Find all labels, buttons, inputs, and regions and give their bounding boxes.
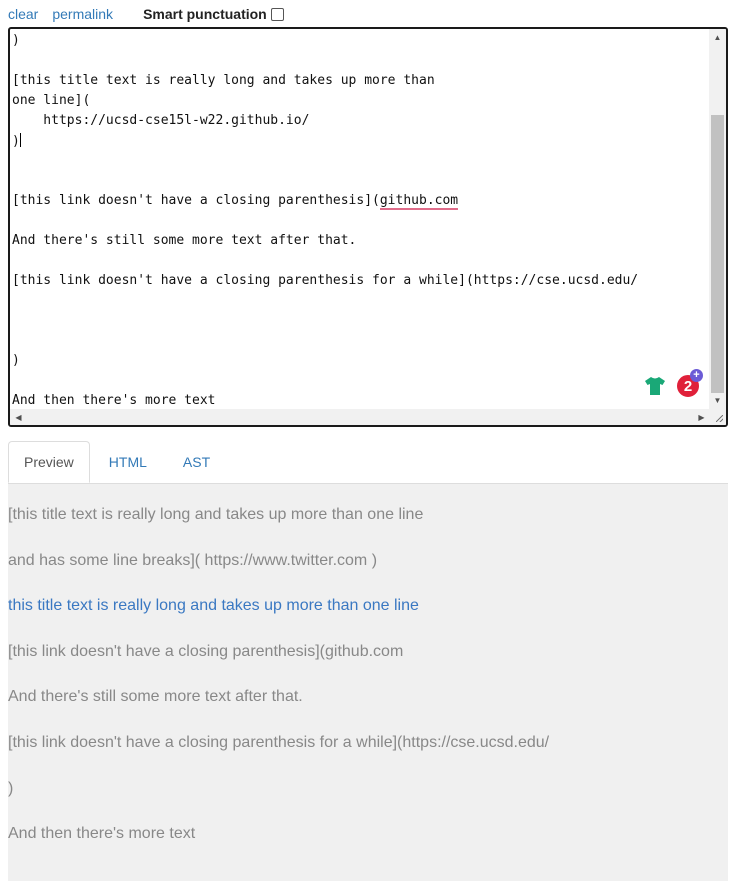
permalink-link[interactable]: permalink — [52, 6, 113, 22]
preview-link[interactable]: this title text is really long and takes… — [8, 596, 419, 616]
spellcheck-word: github.com — [379, 193, 459, 210]
tab-ast[interactable]: AST — [166, 441, 227, 482]
editor-line: [this link doesn't have a closing parent… — [12, 273, 639, 288]
preview-paragraph: [this title text is really long and take… — [8, 506, 424, 523]
editor-line-text: [this link doesn't have a closing parent… — [12, 193, 380, 208]
tab-preview[interactable]: Preview — [8, 441, 90, 483]
editor-line: And then there's more text — [12, 393, 216, 408]
scroll-down-arrow-icon[interactable]: ▼ — [709, 392, 726, 409]
preview-paragraph: And then there's more text — [8, 825, 196, 842]
tab-html[interactable]: HTML — [92, 441, 164, 482]
text-caret — [19, 133, 21, 147]
preview-paragraph: [this link doesn't have a closing parent… — [8, 734, 550, 751]
toolbar: clear permalink Smart punctuation — [8, 4, 284, 24]
smart-punctuation-toggle[interactable]: Smart punctuation — [143, 6, 284, 22]
scroll-up-arrow-icon[interactable]: ▲ — [709, 29, 726, 46]
clear-link[interactable]: clear — [8, 6, 38, 22]
scroll-left-arrow-icon[interactable]: ◀ — [10, 409, 27, 425]
editor-line: one line]( — [12, 93, 91, 108]
smart-punctuation-label: Smart punctuation — [143, 6, 267, 22]
editor-line: And there's still some more text after t… — [12, 233, 357, 248]
preview-paragraph: and has some line breaks]( https://www.t… — [8, 552, 378, 569]
vertical-scrollbar[interactable]: ▲ ▼ — [709, 29, 726, 409]
editor-textarea[interactable]: ) [this title text is really long and ta… — [10, 29, 710, 409]
preview-paragraph: And there's still some more text after t… — [8, 688, 303, 705]
tshirt-extension-icon[interactable] — [644, 376, 666, 396]
scroll-right-arrow-icon[interactable]: ▶ — [693, 409, 710, 425]
vertical-scroll-thumb[interactable] — [711, 115, 724, 393]
editor-line-with-caret: ) — [12, 133, 21, 150]
preview-paragraph: [this link doesn't have a closing parent… — [8, 643, 404, 660]
editor-line-text: ) — [12, 134, 20, 149]
editor-line: ) — [12, 33, 20, 48]
editor-line: [this title text is really long and take… — [12, 73, 435, 88]
editor-line: https://ucsd-cse15l-w22.github.io/ — [12, 113, 310, 128]
editor-line: [this link doesn't have a closing parent… — [12, 193, 459, 210]
output-tabs: Preview HTML AST — [8, 441, 728, 484]
resize-handle-icon[interactable] — [709, 409, 726, 425]
preview-paragraph: ) — [8, 780, 14, 797]
plus-icon: + — [690, 369, 703, 382]
smart-punctuation-checkbox[interactable] — [270, 7, 284, 21]
preview-pane: [this title text is really long and take… — [8, 484, 728, 881]
markdown-editor[interactable]: ) [this title text is really long and ta… — [8, 27, 728, 427]
editor-line: ) — [12, 353, 20, 368]
horizontal-scrollbar[interactable]: ◀ ▶ — [10, 409, 710, 425]
